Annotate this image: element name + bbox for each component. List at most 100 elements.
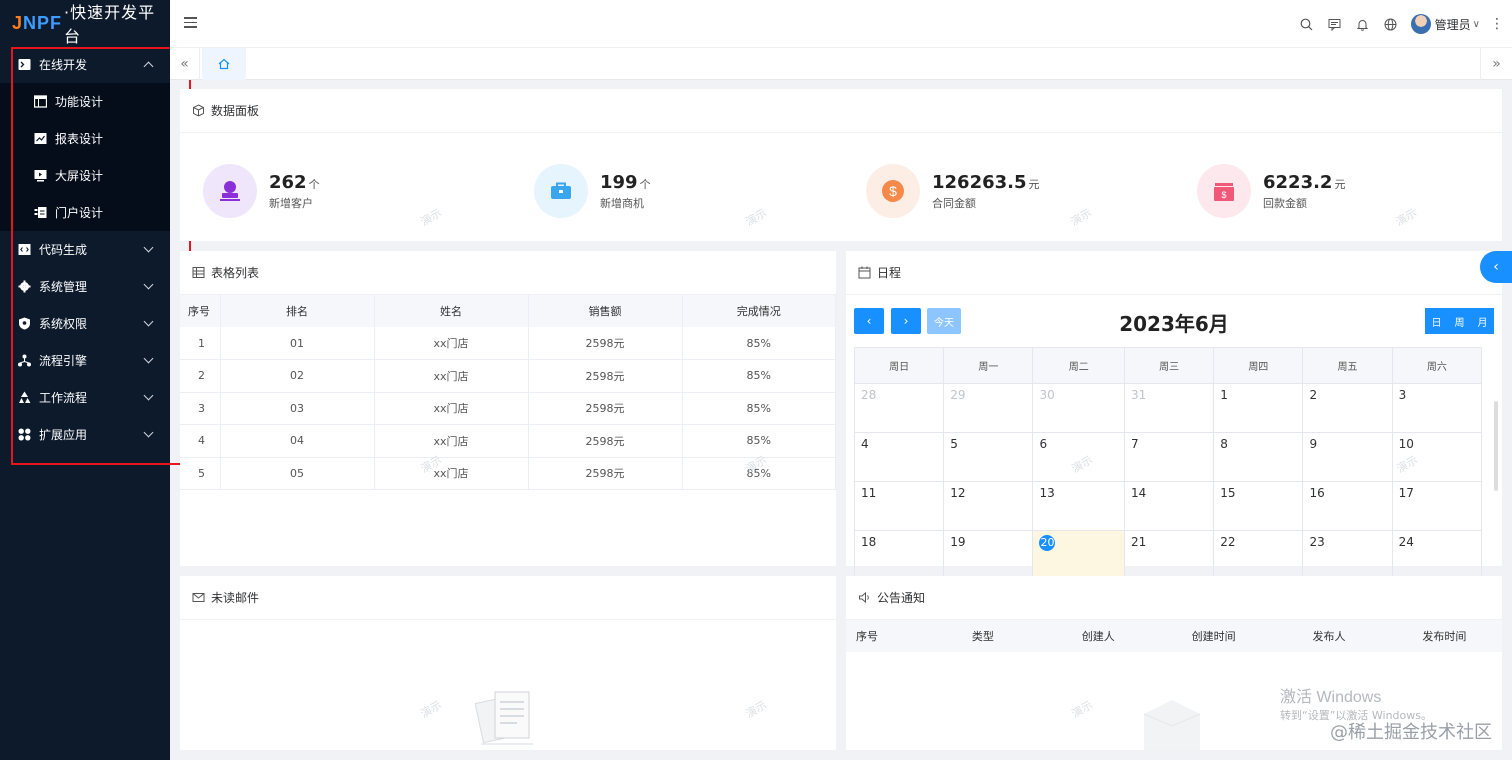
calendar-day[interactable]: 13 — [1032, 481, 1125, 531]
table-row[interactable]: 2 02 xx门店 2598元 85% — [180, 359, 836, 393]
watermark: 演示 — [1068, 206, 1095, 229]
tab-home[interactable] — [202, 48, 246, 80]
calendar-day[interactable]: 11 — [854, 481, 945, 531]
day-number: 18 — [861, 535, 877, 549]
sidebar-item-report-design[interactable]: 报表设计 — [0, 120, 170, 157]
sidebar-item-online-dev[interactable]: 在线开发 — [0, 46, 170, 83]
float-panel-toggle[interactable]: ‹ — [1480, 251, 1512, 283]
search-icon[interactable] — [1293, 0, 1321, 48]
calendar-week-row: 28 29 30 31 1 2 3 — [854, 383, 1483, 433]
column-header[interactable]: 创建人 — [1041, 628, 1156, 644]
table-row[interactable]: 1 01 xx门店 2598元 85% — [180, 327, 836, 360]
cell: 04 — [220, 424, 375, 458]
calendar-day[interactable]: 3 — [1392, 383, 1483, 433]
day-number: 13 — [1039, 486, 1055, 500]
stat-contract-amount: $ 126263.5 元合同金额 — [866, 164, 1040, 218]
calendar-day[interactable]: 4 — [854, 432, 945, 482]
stat-value: 199 — [600, 171, 638, 193]
table-row[interactable]: 5 05 xx门店 2598元 85% — [180, 457, 836, 490]
calendar-day[interactable]: 9 — [1302, 432, 1393, 482]
view-week-button[interactable]: 周 — [1448, 308, 1471, 334]
calendar-day[interactable]: 31 — [1124, 383, 1215, 433]
table-row[interactable]: 4 04 xx门店 2598元 85% — [180, 424, 836, 458]
sidebar-item-label: 流程引擎 — [39, 354, 88, 368]
column-header[interactable]: 类型 — [925, 628, 1040, 644]
calendar-day[interactable]: 7 — [1124, 432, 1215, 482]
sidebar-item-screen-design[interactable]: 大屏设计 — [0, 157, 170, 194]
column-header[interactable]: 姓名 — [374, 295, 529, 327]
view-month-button[interactable]: 月 — [1471, 308, 1494, 334]
apps-icon — [18, 428, 31, 441]
sidebar-item-system-mgmt[interactable]: 系统管理 — [0, 268, 170, 305]
sidebar-item-extensions[interactable]: 扩展应用 — [0, 416, 170, 453]
calendar-day[interactable]: 8 — [1213, 432, 1304, 482]
card-title: 日程 — [877, 266, 902, 280]
calendar-day-today[interactable]: 20 — [1032, 530, 1125, 580]
calendar-day[interactable]: 16 — [1302, 481, 1393, 531]
calendar-day[interactable]: 17 — [1392, 481, 1483, 531]
calendar-day[interactable]: 18 — [854, 530, 945, 580]
view-switcher: 日 周 月 — [1425, 308, 1494, 334]
day-number: 16 — [1309, 486, 1325, 500]
weekday-header: 周二 — [1032, 347, 1125, 384]
column-header[interactable]: 排名 — [220, 295, 375, 327]
sidebar-item-flow-engine[interactable]: 流程引擎 — [0, 342, 170, 379]
column-header[interactable]: 发布人 — [1271, 628, 1386, 644]
portal-icon — [34, 206, 47, 219]
globe-icon[interactable] — [1377, 0, 1405, 48]
calendar-day[interactable]: 15 — [1213, 481, 1304, 531]
calendar-day[interactable]: 21 — [1124, 530, 1215, 580]
stat-unit: 个 — [308, 177, 320, 191]
calendar-day[interactable]: 14 — [1124, 481, 1215, 531]
cell: 2598元 — [528, 327, 683, 360]
sidebar-item-label: 系统权限 — [39, 317, 88, 331]
sidebar-item-workflow[interactable]: 工作流程 — [0, 379, 170, 416]
menu-toggle-icon[interactable] — [184, 17, 197, 29]
cell: 1 — [180, 327, 221, 360]
column-header[interactable]: 发布时间 — [1387, 628, 1502, 644]
calendar-day[interactable]: 19 — [943, 530, 1034, 580]
calendar-day[interactable]: 2 — [1302, 383, 1393, 433]
tabs-scroll-right-icon[interactable]: » — [1480, 48, 1512, 80]
calendar-scrollbar[interactable] — [1494, 401, 1498, 491]
view-day-button[interactable]: 日 — [1425, 308, 1448, 334]
app-logo[interactable]: JNPF ·快速开发平台 — [0, 0, 170, 46]
calendar-day[interactable]: 29 — [943, 383, 1034, 433]
calendar-day[interactable]: 1 — [1213, 383, 1304, 433]
svg-text:$: $ — [1221, 190, 1226, 200]
header-actions: 管理员 ∨ ⋮ — [1293, 0, 1504, 48]
sidebar-item-code-gen[interactable]: 代码生成 — [0, 231, 170, 268]
calendar-day[interactable]: 12 — [943, 481, 1034, 531]
calendar-day[interactable]: 23 — [1302, 530, 1393, 580]
chevron-down-icon[interactable]: ∨ — [1473, 19, 1480, 30]
tabs-scroll-left-icon[interactable]: « — [170, 48, 200, 80]
column-header[interactable]: 完成情况 — [682, 295, 836, 327]
calendar-day[interactable]: 22 — [1213, 530, 1304, 580]
calendar-day[interactable]: 24 — [1392, 530, 1483, 580]
table-row[interactable]: 3 03 xx门店 2598元 85% — [180, 392, 836, 425]
user-name[interactable]: 管理员 — [1435, 16, 1471, 33]
stat-new-customers: 262 个新增客户 — [203, 164, 320, 218]
avatar[interactable] — [1410, 14, 1431, 34]
column-header[interactable]: 销售额 — [528, 295, 683, 327]
sidebar-item-permissions[interactable]: 系统权限 — [0, 305, 170, 342]
cash-register-icon: $ — [1197, 164, 1251, 218]
calendar-week-row: 18 19 20 21 22 23 24 — [854, 530, 1483, 580]
cell: xx门店 — [374, 327, 529, 360]
column-header[interactable]: 序号 — [846, 628, 925, 644]
calendar-day[interactable]: 30 — [1032, 383, 1125, 433]
message-icon[interactable] — [1321, 0, 1349, 48]
calendar-day[interactable]: 28 — [854, 383, 945, 433]
sidebar-item-portal-design[interactable]: 门户设计 — [0, 194, 170, 231]
calendar-day[interactable]: 5 — [943, 432, 1034, 482]
bell-icon[interactable] — [1349, 0, 1377, 48]
sidebar-item-label: 功能设计 — [55, 95, 104, 109]
weekday-header: 周五 — [1302, 347, 1393, 384]
column-header[interactable]: 创建时间 — [1156, 628, 1271, 644]
more-vertical-icon[interactable]: ⋮ — [1490, 16, 1504, 32]
weekday-header: 周一 — [943, 347, 1034, 384]
sidebar-item-function-design[interactable]: 功能设计 — [0, 83, 170, 120]
cell: 02 — [220, 359, 375, 393]
schedule-card: 日程 ‹ › 今天 2023年6月 日 周 月 周日 周一 周二 周三 周四 周五 周六 2… — [846, 251, 1502, 580]
column-header[interactable]: 序号 — [180, 295, 221, 327]
